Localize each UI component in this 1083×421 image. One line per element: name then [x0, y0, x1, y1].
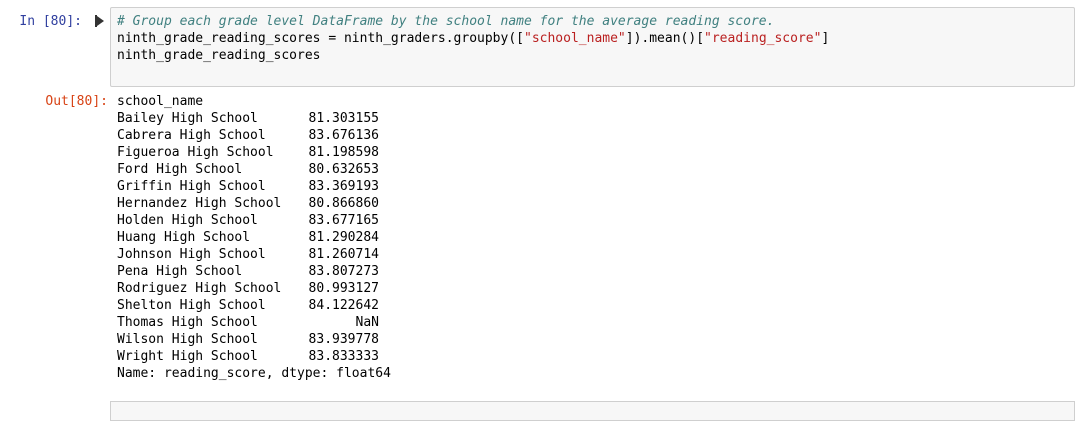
school-name: Figueroa High School	[117, 145, 274, 160]
reading-score-value: 83.369193	[308, 179, 379, 194]
school-name: Ford High School	[117, 162, 243, 177]
output-row: Wilson High School 83.939778	[117, 331, 391, 348]
reading-score-value: 83.677165	[308, 213, 379, 228]
reading-score-value: 81.303155	[308, 111, 379, 126]
school-name: Cabrera High School	[117, 128, 266, 143]
output-row: Wright High School 83.833333	[117, 348, 391, 365]
output-row: Cabrera High School 83.676136	[117, 127, 391, 144]
code-input-area[interactable]: # Group each grade level DataFrame by th…	[110, 7, 1075, 87]
reading-score-value: 83.939778	[308, 332, 379, 347]
output-row: Figueroa High School 81.198598	[117, 144, 391, 161]
reading-score-value: 83.676136	[308, 128, 379, 143]
reading-score-value: 83.833333	[308, 349, 379, 364]
school-name: Pena High School	[117, 264, 243, 279]
output-row: Thomas High School NaN	[117, 314, 391, 331]
reading-score-value: 81.198598	[308, 145, 379, 160]
output-footer: Name: reading_score, dtype: float64	[117, 366, 391, 381]
code-string-token: "reading_score"	[704, 31, 822, 46]
reading-score-value: 80.866860	[308, 196, 379, 211]
output-row: Griffin High School 83.369193	[117, 178, 391, 195]
next-code-cell[interactable]	[110, 401, 1075, 421]
reading-score-value: 81.290284	[308, 230, 379, 245]
output-row: Holden High School 83.677165	[117, 212, 391, 229]
output-row: Rodriguez High School 80.993127	[117, 280, 391, 297]
cell-output: school_name Bailey High School 81.303155 Ca…	[117, 93, 391, 382]
reading-score-value: 81.260714	[308, 247, 379, 262]
code-comment: # Group each grade level DataFrame by th…	[117, 14, 775, 29]
code-token: ]).mean()[	[625, 31, 705, 46]
reading-score-value: 80.632653	[308, 162, 379, 177]
school-name: Wright High School	[117, 349, 258, 364]
school-name: Thomas High School	[117, 315, 258, 330]
output-row: Ford High School 80.632653	[117, 161, 391, 178]
run-cell-icon[interactable]	[95, 15, 104, 27]
school-name: Shelton High School	[117, 298, 266, 313]
output-index-header: school_name	[117, 94, 204, 109]
output-row: Pena High School 83.807273	[117, 263, 391, 280]
code-string-token: "school_name"	[524, 31, 626, 46]
code-token: ]	[821, 31, 830, 46]
school-name: Wilson High School	[117, 332, 258, 347]
output-row: Johnson High School 81.260714	[117, 246, 391, 263]
code-line-3: ninth_grade_reading_scores	[117, 48, 321, 63]
output-row: Huang High School 81.290284	[117, 229, 391, 246]
reading-score-value: 83.807273	[308, 264, 379, 279]
output-row: Shelton High School 84.122642	[117, 297, 391, 314]
input-prompt: In [80]:	[19, 14, 82, 29]
school-name: Johnson High School	[117, 247, 266, 262]
code-editor[interactable]: # Group each grade level DataFrame by th…	[117, 13, 829, 64]
output-row: Hernandez High School 80.866860	[117, 195, 391, 212]
output-row: Bailey High School 81.303155	[117, 110, 391, 127]
reading-score-value: 84.122642	[308, 298, 379, 313]
school-name: Huang High School	[117, 230, 251, 245]
output-rows: Bailey High School 81.303155 Cabrera High …	[117, 110, 391, 365]
school-name: Bailey High School	[117, 111, 258, 126]
code-token: ninth_grade_reading_scores = ninth_grade…	[117, 31, 524, 46]
school-name: Griffin High School	[117, 179, 266, 194]
school-name: Rodriguez High School	[117, 281, 282, 296]
school-name: Holden High School	[117, 213, 258, 228]
output-prompt: Out[80]:	[45, 94, 108, 109]
code-line-2: ninth_grade_reading_scores = ninth_grade…	[117, 30, 829, 47]
reading-score-value: 80.993127	[308, 281, 379, 296]
school-name: Hernandez High School	[117, 196, 282, 211]
reading-score-value: NaN	[355, 315, 379, 330]
